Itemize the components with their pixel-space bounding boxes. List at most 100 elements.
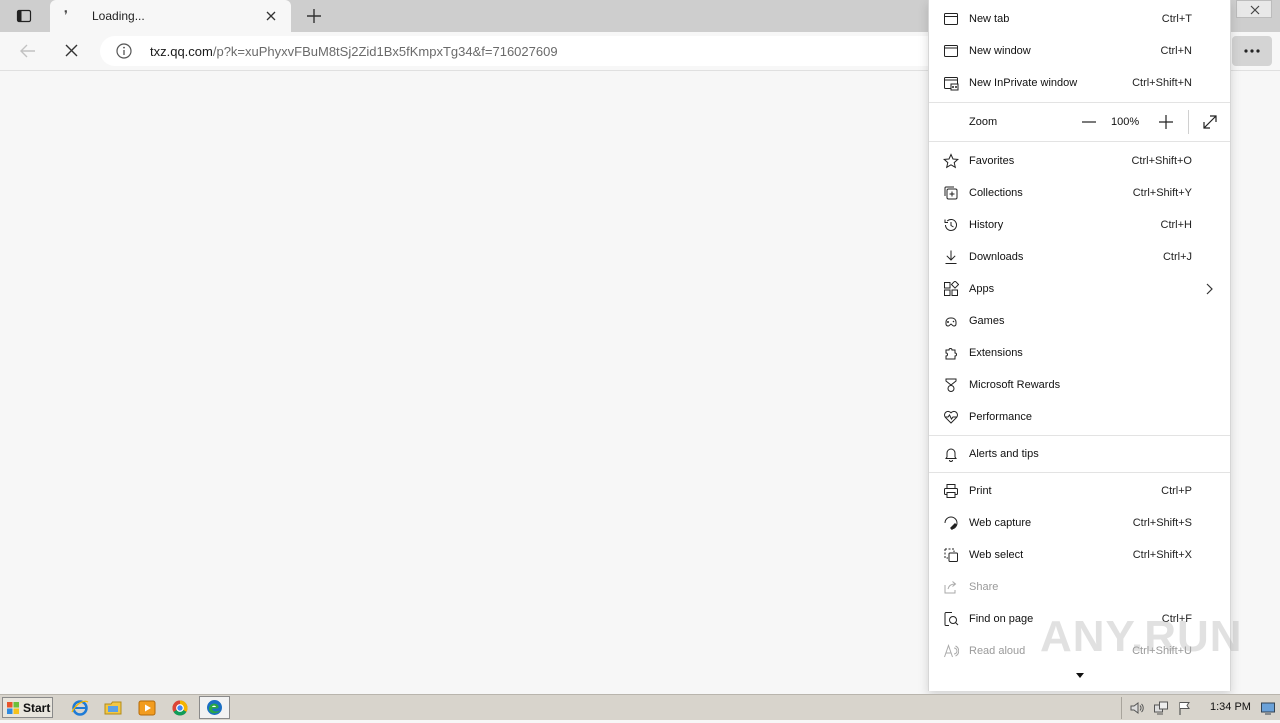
url-text: txz.qq.com/p?k=xuPhyxvFBuM8tSj2Zid1Bx5fK… — [150, 44, 558, 59]
back-arrow-icon — [20, 44, 35, 58]
info-icon[interactable] — [116, 43, 132, 59]
browser-tab[interactable]: ❜ Loading... — [50, 0, 291, 32]
menu-label: Downloads — [969, 251, 1024, 263]
menu-label: Share — [969, 581, 999, 593]
new-window-icon — [943, 43, 959, 59]
menu-label: Web select — [969, 549, 1024, 561]
menu-label: Favorites — [969, 155, 1015, 167]
menu-item-extensions[interactable]: Extensions — [929, 337, 1230, 369]
address-bar[interactable]: txz.qq.com/p?k=xuPhyxvFBuM8tSj2Zid1Bx5fK… — [100, 36, 1000, 66]
show-desktop-icon[interactable] — [1260, 700, 1276, 716]
menu-label: Apps — [969, 283, 995, 295]
menu-shortcut: Ctrl+T — [1161, 13, 1192, 25]
menu-item-favorites[interactable]: Favorites Ctrl+Shift+O — [929, 145, 1230, 177]
tab-close-icon[interactable] — [263, 8, 279, 24]
read-aloud-icon — [943, 643, 960, 659]
web-select-icon — [943, 547, 959, 563]
windows-flag-icon — [7, 701, 19, 714]
stop-loading-button[interactable] — [60, 40, 84, 62]
menu-label: Print — [969, 485, 992, 497]
chrome-icon[interactable] — [169, 698, 191, 718]
inprivate-window-icon — [943, 75, 959, 91]
collections-icon — [943, 185, 959, 201]
menu-separator — [929, 141, 1230, 142]
edge-icon — [207, 700, 222, 715]
tab-actions-button[interactable] — [8, 4, 40, 28]
edge-taskbar-button[interactable] — [199, 696, 230, 719]
system-tray: 1:34 PM — [1121, 697, 1280, 719]
file-explorer-icon[interactable] — [102, 698, 124, 718]
start-label: Start — [23, 700, 51, 715]
menu-item-new-window[interactable]: New window Ctrl+N — [929, 35, 1230, 67]
menu-label: Collections — [969, 187, 1023, 199]
fullscreen-button[interactable] — [1200, 112, 1220, 132]
taskbar: Start 1:34 PM — [0, 694, 1280, 720]
printer-icon — [943, 483, 959, 499]
settings-and-more-button[interactable] — [1232, 36, 1272, 66]
history-clock-icon — [943, 217, 959, 233]
tab-actions-icon — [16, 9, 32, 23]
new-tab-button[interactable] — [302, 4, 326, 28]
menu-label: New tab — [969, 13, 1010, 25]
back-button[interactable] — [16, 40, 40, 62]
menu-shortcut: Ctrl+Shift+N — [1132, 77, 1192, 89]
menu-item-rewards[interactable]: Microsoft Rewards — [929, 369, 1230, 401]
menu-label: New InPrivate window — [969, 77, 1078, 89]
menu-separator — [929, 472, 1230, 473]
chevron-right-icon — [1201, 281, 1217, 297]
menu-separator — [929, 102, 1230, 103]
share-icon — [943, 579, 959, 595]
menu-label: Performance — [969, 411, 1032, 423]
menu-shortcut: Ctrl+Shift+Y — [1132, 187, 1192, 199]
menu-item-performance[interactable]: Performance — [929, 401, 1230, 433]
menu-item-new-tab[interactable]: New tab Ctrl+T — [929, 3, 1230, 35]
menu-shortcut: Ctrl+H — [1160, 219, 1192, 231]
zoom-out-button[interactable] — [1079, 112, 1099, 132]
menu-item-web-capture[interactable]: Web capture Ctrl+Shift+S — [929, 507, 1230, 539]
menu-label: New window — [969, 45, 1031, 57]
menu-item-share: Share — [929, 571, 1230, 603]
menu-shortcut: Ctrl+N — [1160, 45, 1192, 57]
menu-item-apps[interactable]: Apps — [929, 273, 1230, 305]
apps-grid-icon — [943, 280, 960, 297]
menu-label: Alerts and tips — [969, 448, 1039, 460]
menu-item-downloads[interactable]: Downloads Ctrl+J — [929, 241, 1230, 273]
plus-icon — [1159, 115, 1173, 129]
media-player-icon[interactable] — [136, 698, 158, 718]
bell-icon — [943, 446, 959, 462]
zoom-divider — [1188, 110, 1189, 134]
plus-icon — [307, 9, 321, 23]
menu-label: Zoom — [969, 116, 998, 128]
menu-item-web-select[interactable]: Web select Ctrl+Shift+X — [929, 539, 1230, 571]
url-host: txz.qq.com — [150, 44, 213, 59]
menu-item-games[interactable]: Games — [929, 305, 1230, 337]
window-close-button[interactable] — [1236, 0, 1272, 18]
menu-shortcut: Ctrl+Shift+X — [1132, 549, 1192, 561]
network-icon[interactable] — [1153, 700, 1169, 716]
menu-item-new-inprivate[interactable]: New InPrivate window Ctrl+Shift+N — [929, 67, 1230, 99]
extensions-puzzle-icon — [943, 345, 959, 361]
action-center-flag-icon[interactable] — [1177, 700, 1193, 716]
internet-explorer-icon[interactable] — [69, 698, 91, 718]
new-tab-icon — [943, 11, 959, 27]
menu-scroll-down-icon[interactable] — [1073, 668, 1087, 680]
menu-item-collections[interactable]: Collections Ctrl+Shift+Y — [929, 177, 1230, 209]
volume-icon[interactable] — [1129, 700, 1145, 716]
menu-item-zoom: Zoom 100% — [929, 106, 1230, 138]
menu-item-alerts[interactable]: Alerts and tips — [929, 438, 1230, 470]
menu-shortcut: Ctrl+J — [1162, 251, 1192, 263]
menu-item-print[interactable]: Print Ctrl+P — [929, 475, 1230, 507]
ellipsis-icon — [1244, 49, 1260, 53]
close-icon — [1250, 5, 1260, 15]
menu-shortcut: Ctrl+P — [1161, 485, 1192, 497]
loading-spinner-icon: ❜ — [64, 8, 68, 22]
zoom-in-button[interactable] — [1156, 112, 1176, 132]
start-button[interactable]: Start — [2, 697, 53, 718]
menu-label: Find on page — [969, 613, 1034, 625]
menu-item-history[interactable]: History Ctrl+H — [929, 209, 1230, 241]
menu-label: Microsoft Rewards — [969, 379, 1061, 391]
zoom-level: 100% — [1111, 116, 1140, 128]
menu-label: Web capture — [969, 517, 1032, 529]
clock[interactable]: 1:34 PM — [1210, 701, 1251, 713]
menu-label: Games — [969, 315, 1005, 327]
